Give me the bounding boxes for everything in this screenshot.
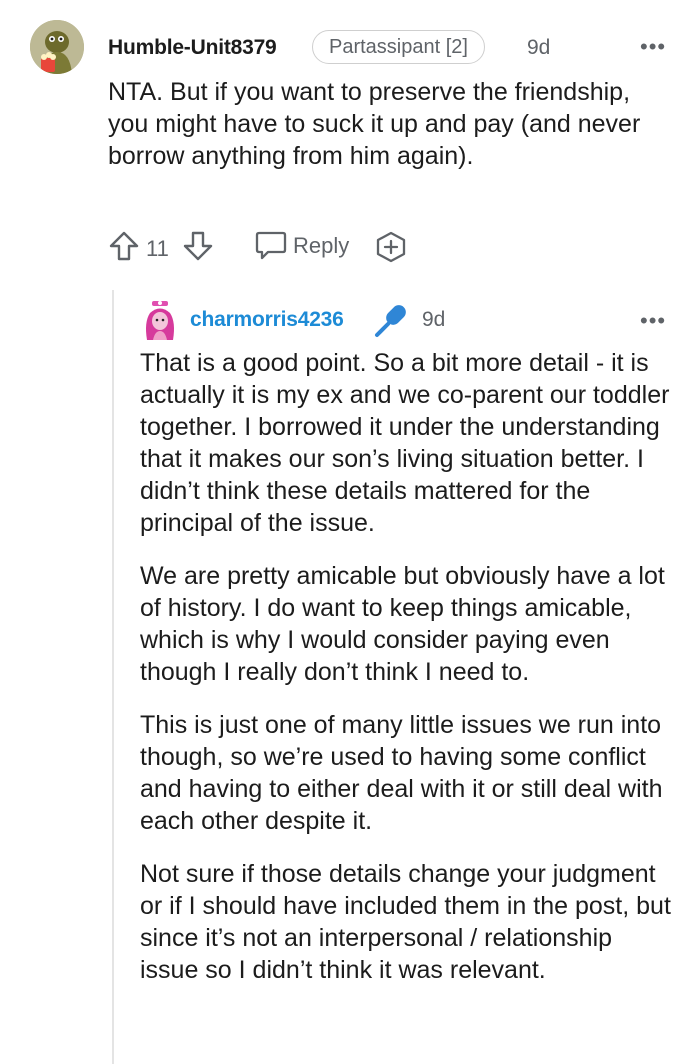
user-flair: Partassipant [2] bbox=[312, 30, 485, 64]
microphone-icon bbox=[372, 302, 410, 340]
more-options-icon[interactable]: ••• bbox=[640, 36, 666, 58]
avatar-charmorris4236[interactable] bbox=[140, 300, 180, 340]
award-icon[interactable] bbox=[374, 230, 408, 264]
comment-timestamp: 9d bbox=[527, 36, 551, 59]
reply-paragraph: This is just one of many little issues w… bbox=[140, 711, 663, 835]
reply-button[interactable]: Reply bbox=[293, 233, 349, 259]
reply-author[interactable]: charmorris4236 bbox=[190, 308, 344, 332]
vote-count: 11 bbox=[146, 236, 169, 261]
upvote-icon[interactable] bbox=[108, 230, 140, 262]
avatar-image bbox=[146, 301, 174, 340]
more-options-icon[interactable]: ••• bbox=[640, 310, 666, 332]
comment-body: NTA. But if you want to preserve the fri… bbox=[108, 78, 641, 170]
avatar-image bbox=[30, 20, 84, 74]
reply-paragraph: That is a good point. So a bit more deta… bbox=[140, 349, 670, 537]
reply-paragraph: Not sure if those details change your ju… bbox=[140, 860, 671, 984]
avatar-humble-unit8379[interactable] bbox=[30, 20, 84, 74]
reply-icon[interactable] bbox=[254, 229, 288, 261]
reply-paragraph: We are pretty amicable but obviously hav… bbox=[140, 562, 665, 686]
reply-timestamp: 9d bbox=[422, 308, 446, 331]
downvote-icon[interactable] bbox=[182, 230, 214, 262]
comment-author[interactable]: Humble-Unit8379 bbox=[108, 36, 277, 60]
thread-line[interactable] bbox=[112, 290, 114, 1064]
reply-body: That is a good point. So a bit more deta… bbox=[140, 347, 672, 1007]
